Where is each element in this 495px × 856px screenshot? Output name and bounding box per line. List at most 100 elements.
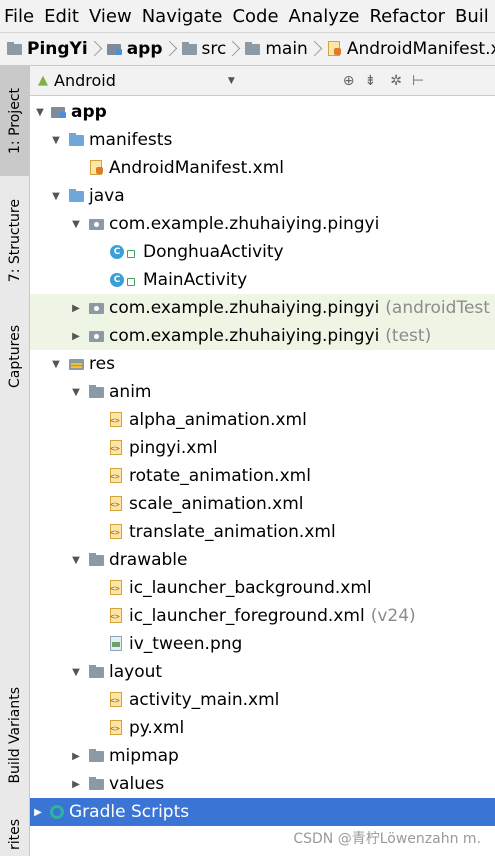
tab-captures[interactable]: Captures	[0, 306, 29, 406]
tree-node-file[interactable]: pingyi.xml	[30, 434, 495, 462]
class-icon: C	[110, 273, 124, 287]
chevron-right-icon	[167, 40, 173, 58]
breadcrumb-app-label: app	[126, 39, 163, 59]
android-icon: ▲	[38, 73, 48, 88]
menu-view[interactable]: View	[84, 6, 137, 27]
xml-file-icon	[108, 720, 126, 736]
menu-code[interactable]: Code	[227, 6, 283, 27]
tree-node-file[interactable]: iv_tween.png	[30, 630, 495, 658]
tab-structure[interactable]: 7: Structure	[0, 182, 29, 300]
watermark: CSDN @青柠Löwenzahn m.	[293, 831, 481, 847]
crosshair-icon[interactable]: ⊕	[343, 73, 355, 89]
breadcrumb-main[interactable]: main	[238, 39, 319, 59]
xml-file-icon	[108, 608, 126, 624]
tree-label: MainActivity	[143, 270, 248, 290]
collapse-icon[interactable]: ⇟	[365, 73, 377, 89]
menu-file[interactable]: File	[0, 6, 39, 27]
xml-file-icon	[108, 412, 126, 428]
tree-node-file[interactable]: alpha_animation.xml	[30, 406, 495, 434]
package-icon	[88, 216, 106, 232]
tree-suffix: (test)	[385, 326, 432, 346]
tree-node-package-main[interactable]: ▼ com.example.zhuhaiying.pingyi	[30, 210, 495, 238]
menu-edit[interactable]: Edit	[39, 6, 84, 27]
chevron-down-icon[interactable]: ▼	[48, 135, 64, 146]
tree-node-manifest-file[interactable]: AndroidManifest.xml	[30, 154, 495, 182]
tree-node-class-donghua[interactable]: C DonghuaActivity	[30, 238, 495, 266]
tree-node-mipmap[interactable]: ▶ mipmap	[30, 742, 495, 770]
hide-panel-icon[interactable]: ⊢	[412, 73, 424, 89]
chevron-down-icon[interactable]: ▼	[68, 555, 84, 566]
menu-refactor[interactable]: Refactor	[364, 6, 450, 27]
tree-node-app[interactable]: ▼ app	[30, 98, 495, 126]
folder-icon	[88, 664, 106, 680]
tree-label: AndroidManifest.xml	[109, 158, 285, 178]
tool-window-strip: 1: Project 7: Structure Captures Build V…	[0, 66, 30, 856]
tree-node-layout[interactable]: ▼ layout	[30, 658, 495, 686]
folder-icon	[88, 384, 106, 400]
tree-node-file[interactable]: translate_animation.xml	[30, 518, 495, 546]
caret-down-icon: ▼	[227, 75, 235, 86]
tree-node-gradle-scripts[interactable]: ▶ Gradle Scripts	[30, 798, 495, 826]
breadcrumb-project[interactable]: PingYi	[0, 39, 100, 59]
tree-node-java[interactable]: ▼ java	[30, 182, 495, 210]
chevron-right-icon[interactable]: ▶	[68, 751, 84, 762]
chevron-right-icon[interactable]: ▶	[68, 779, 84, 790]
tree-node-manifests[interactable]: ▼ manifests	[30, 126, 495, 154]
tree-node-file[interactable]: rotate_animation.xml	[30, 462, 495, 490]
chevron-right-icon[interactable]: ▶	[30, 807, 46, 818]
xml-file-icon	[108, 496, 126, 512]
tree-node-values[interactable]: ▶ values	[30, 770, 495, 798]
tree-node-package-test[interactable]: ▶ com.example.zhuhaiying.pingyi (test)	[30, 322, 495, 350]
tree-label: translate_animation.xml	[129, 522, 336, 542]
chevron-down-icon[interactable]: ▼	[68, 387, 84, 398]
folder-icon	[88, 776, 106, 792]
menu-build[interactable]: Buil	[450, 6, 494, 27]
tree-label: scale_animation.xml	[129, 494, 304, 514]
tab-build-variants-label: Build Variants	[6, 686, 23, 784]
tab-project[interactable]: 1: Project	[0, 66, 29, 176]
view-selector-label: Android	[54, 71, 116, 90]
manifest-file-icon	[88, 160, 106, 176]
tree-node-file[interactable]: ic_launcher_foreground.xml (v24)	[30, 602, 495, 630]
tab-build-variants[interactable]: Build Variants	[0, 666, 29, 804]
package-icon	[88, 300, 106, 316]
tree-label: py.xml	[129, 718, 185, 738]
tree-node-drawable[interactable]: ▼ drawable	[30, 546, 495, 574]
tree-node-res[interactable]: ▼ res	[30, 350, 495, 378]
chevron-down-icon[interactable]: ▼	[68, 219, 84, 230]
breadcrumb-app[interactable]: app	[100, 39, 175, 59]
gear-icon[interactable]: ✲	[390, 73, 402, 89]
chevron-right-icon[interactable]: ▶	[68, 303, 84, 314]
folder-icon	[244, 41, 262, 57]
chevron-down-icon[interactable]: ▼	[68, 667, 84, 678]
xml-file-icon	[108, 580, 126, 596]
tree-node-file[interactable]: scale_animation.xml	[30, 490, 495, 518]
tab-favorites[interactable]: rites	[0, 814, 29, 856]
chevron-down-icon[interactable]: ▼	[48, 359, 64, 370]
menu-analyze[interactable]: Analyze	[284, 6, 365, 27]
tree-label: res	[89, 354, 115, 374]
access-icon	[127, 250, 135, 258]
folder-icon	[181, 41, 199, 57]
breadcrumb-manifest[interactable]: AndroidManifest.xml	[320, 39, 495, 59]
chevron-down-icon[interactable]: ▼	[32, 107, 48, 118]
tab-captures-label: Captures	[6, 324, 23, 388]
folder-icon	[68, 188, 86, 204]
tree-node-anim[interactable]: ▼ anim	[30, 378, 495, 406]
tree-node-file[interactable]: ic_launcher_background.xml	[30, 574, 495, 602]
chevron-right-icon[interactable]: ▶	[68, 331, 84, 342]
xml-file-icon	[108, 468, 126, 484]
tree-node-package-androidtest[interactable]: ▶ com.example.zhuhaiying.pingyi (android…	[30, 294, 495, 322]
tree-node-file[interactable]: py.xml	[30, 714, 495, 742]
tree-label: ic_launcher_background.xml	[129, 578, 372, 598]
folder-icon	[88, 748, 106, 764]
chevron-down-icon[interactable]: ▼	[48, 191, 64, 202]
tree-node-file[interactable]: activity_main.xml	[30, 686, 495, 714]
tree-label: DonghuaActivity	[143, 242, 284, 262]
breadcrumb-src[interactable]: src	[175, 39, 239, 59]
tree-node-class-main[interactable]: C MainActivity	[30, 266, 495, 294]
menu-navigate[interactable]: Navigate	[137, 6, 228, 27]
view-selector[interactable]: ▲ Android ▼	[38, 71, 235, 90]
xml-file-icon	[108, 692, 126, 708]
tree-label: com.example.zhuhaiying.pingyi	[109, 298, 380, 318]
